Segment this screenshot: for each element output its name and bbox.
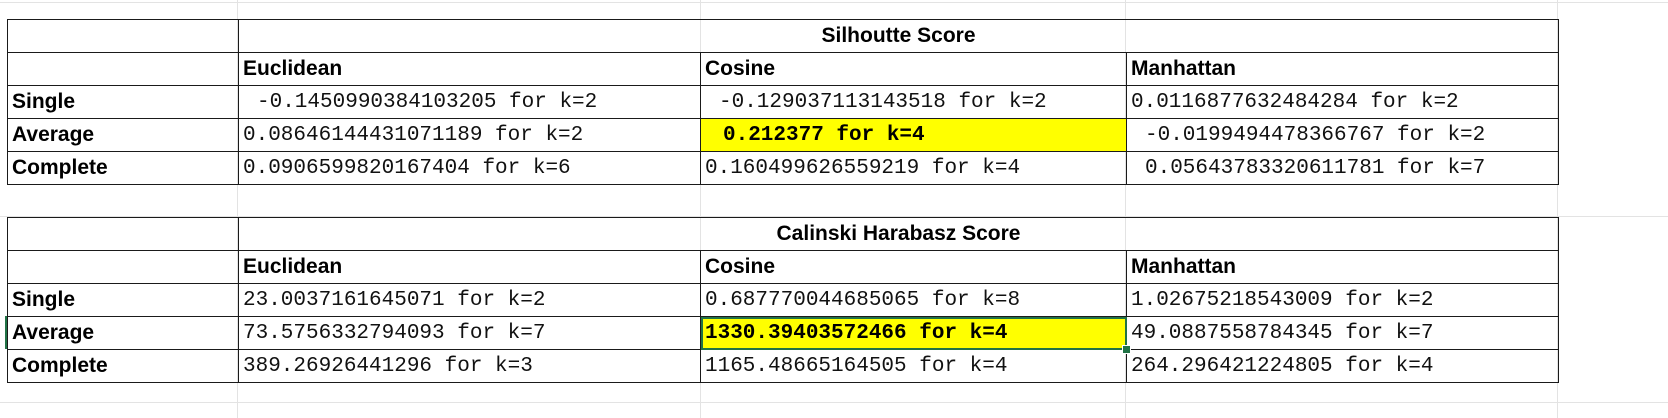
table-row: Single 23.0037161645071 for k=2 0.687770… <box>7 283 1559 317</box>
row-label-single[interactable]: Single <box>7 283 239 317</box>
column-header-euclidean[interactable]: Euclidean <box>238 52 701 86</box>
corner-cell[interactable] <box>7 52 239 86</box>
row-label-average[interactable]: Average <box>7 118 239 152</box>
table-row: Calinski Harabasz Score <box>7 217 1559 251</box>
table-row: Euclidean Cosine Manhattan <box>7 250 1559 284</box>
value-cell[interactable]: -0.0199494478366767 for k=2 <box>1126 118 1559 152</box>
table-row: Silhoutte Score <box>7 19 1559 53</box>
value-cell[interactable]: 0.0906599820167404 for k=6 <box>238 151 701 185</box>
value-cell[interactable]: 23.0037161645071 for k=2 <box>238 283 701 317</box>
table-row: Complete 0.0906599820167404 for k=6 0.16… <box>7 151 1559 185</box>
column-header-manhattan[interactable]: Manhattan <box>1126 52 1559 86</box>
gridline <box>0 402 1668 403</box>
value-cell[interactable]: 49.0887558784345 for k=7 <box>1126 316 1559 350</box>
value-cell[interactable]: 0.687770044685065 for k=8 <box>700 283 1127 317</box>
corner-cell[interactable] <box>7 250 239 284</box>
value-cell[interactable]: 0.0116877632484284 for k=2 <box>1126 85 1559 119</box>
value-cell[interactable]: 0.160499626559219 for k=4 <box>700 151 1127 185</box>
row-selection-marker <box>5 316 7 349</box>
column-header-euclidean[interactable]: Euclidean <box>238 250 701 284</box>
corner-cell[interactable] <box>7 217 239 251</box>
calinski-title[interactable]: Calinski Harabasz Score <box>238 217 1559 251</box>
row-label-average[interactable]: Average <box>7 316 239 350</box>
value-cell[interactable]: -0.1450990384103205 for k=2 <box>238 85 701 119</box>
fill-handle[interactable] <box>1122 345 1131 354</box>
table-row: Complete 389.26926441296 for k=3 1165.48… <box>7 349 1559 383</box>
row-label-single[interactable]: Single <box>7 85 239 119</box>
column-header-manhattan[interactable]: Manhattan <box>1126 250 1559 284</box>
row-label-complete[interactable]: Complete <box>7 349 239 383</box>
value-cell[interactable]: 389.26926441296 for k=3 <box>238 349 701 383</box>
silhouette-title[interactable]: Silhoutte Score <box>238 19 1559 53</box>
silhouette-score-table: Silhoutte Score Euclidean Cosine Manhatt… <box>7 19 1559 185</box>
value-cell[interactable]: 0.05643783320611781 for k=7 <box>1126 151 1559 185</box>
calinski-harabasz-score-table: Calinski Harabasz Score Euclidean Cosine… <box>7 217 1559 383</box>
highlighted-best-cell-selected[interactable]: 1330.39403572466 for k=4 <box>700 316 1127 350</box>
column-header-cosine[interactable]: Cosine <box>700 52 1127 86</box>
column-header-cosine[interactable]: Cosine <box>700 250 1127 284</box>
value-cell[interactable]: 0.08646144431071189 for k=2 <box>238 118 701 152</box>
value-cell[interactable]: -0.129037113143518 for k=2 <box>700 85 1127 119</box>
table-row: Average 0.08646144431071189 for k=2 0.21… <box>7 118 1559 152</box>
gridline <box>0 2 1668 3</box>
value-cell[interactable]: 1.02675218543009 for k=2 <box>1126 283 1559 317</box>
spreadsheet-sheet: Silhoutte Score Euclidean Cosine Manhatt… <box>0 0 1668 418</box>
highlighted-best-cell[interactable]: 0.212377 for k=4 <box>700 118 1127 152</box>
corner-cell[interactable] <box>7 19 239 53</box>
table-row: Average 73.5756332794093 for k=7 1330.39… <box>7 316 1559 350</box>
row-label-complete[interactable]: Complete <box>7 151 239 185</box>
table-row: Euclidean Cosine Manhattan <box>7 52 1559 86</box>
table-row: Single -0.1450990384103205 for k=2 -0.12… <box>7 85 1559 119</box>
value-cell[interactable]: 264.296421224805 for k=4 <box>1126 349 1559 383</box>
value-cell[interactable]: 1165.48665164505 for k=4 <box>700 349 1127 383</box>
value-cell[interactable]: 73.5756332794093 for k=7 <box>238 316 701 350</box>
